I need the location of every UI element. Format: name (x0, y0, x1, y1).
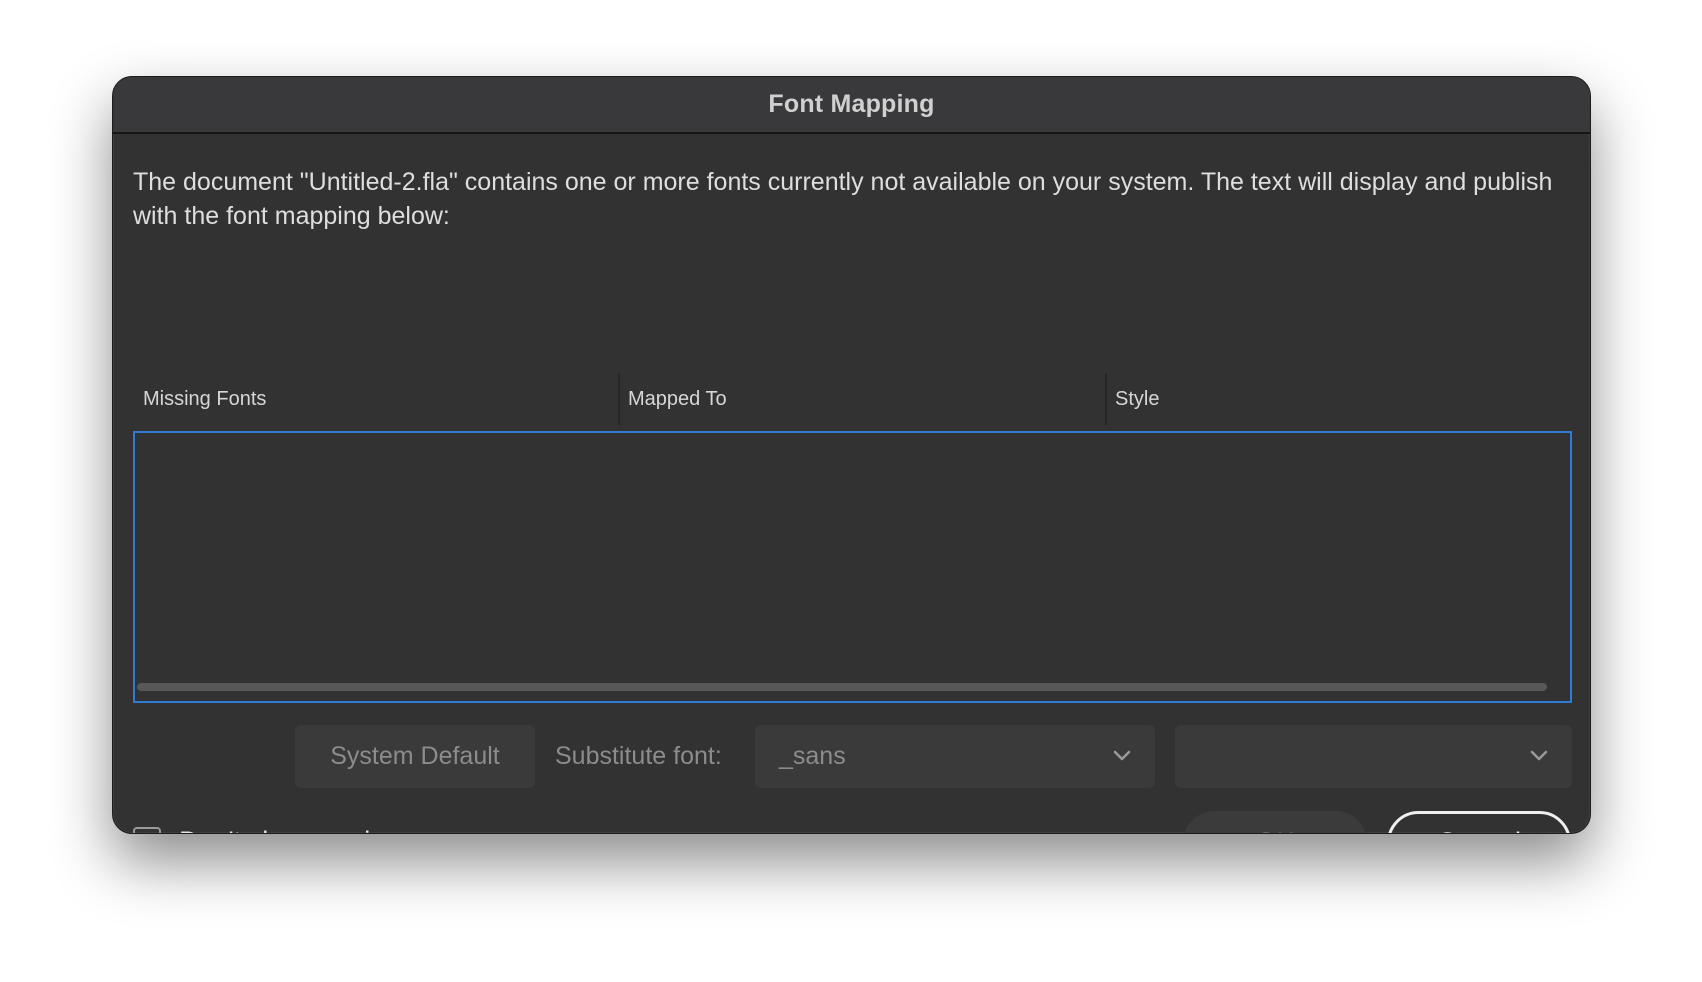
dialog-title: Font Mapping (768, 90, 935, 118)
system-default-button[interactable]: System Default (295, 725, 535, 788)
font-style-select[interactable] (1175, 725, 1572, 788)
column-header-style[interactable]: Style (1115, 373, 1159, 425)
column-separator[interactable] (1105, 373, 1107, 425)
dialog-titlebar[interactable]: Font Mapping (113, 77, 1590, 134)
dont-show-again-checkbox[interactable] (133, 827, 161, 833)
chevron-down-icon (1530, 750, 1548, 761)
column-header-mapped-to[interactable]: Mapped To (628, 373, 727, 425)
dialog-message: The document "Untitled-2.fla" contains o… (133, 168, 1553, 230)
column-separator[interactable] (618, 373, 620, 425)
substitute-font-value: _sans (779, 742, 846, 770)
dont-show-again-row[interactable]: Don't show again. (133, 811, 393, 834)
font-mapping-list[interactable] (133, 431, 1572, 703)
substitute-font-label: Substitute font: (555, 742, 722, 770)
ok-button[interactable]: OK (1183, 811, 1367, 833)
dont-show-again-label[interactable]: Don't show again. (179, 826, 393, 834)
font-mapping-dialog: Font Mapping The document "Untitled-2.fl… (112, 76, 1591, 834)
chevron-down-icon (1113, 750, 1131, 761)
substitute-font-select[interactable]: _sans (755, 725, 1155, 788)
cancel-button[interactable]: Cancel (1387, 811, 1571, 833)
column-header-missing-fonts[interactable]: Missing Fonts (143, 373, 266, 425)
horizontal-scrollbar[interactable] (137, 683, 1547, 691)
